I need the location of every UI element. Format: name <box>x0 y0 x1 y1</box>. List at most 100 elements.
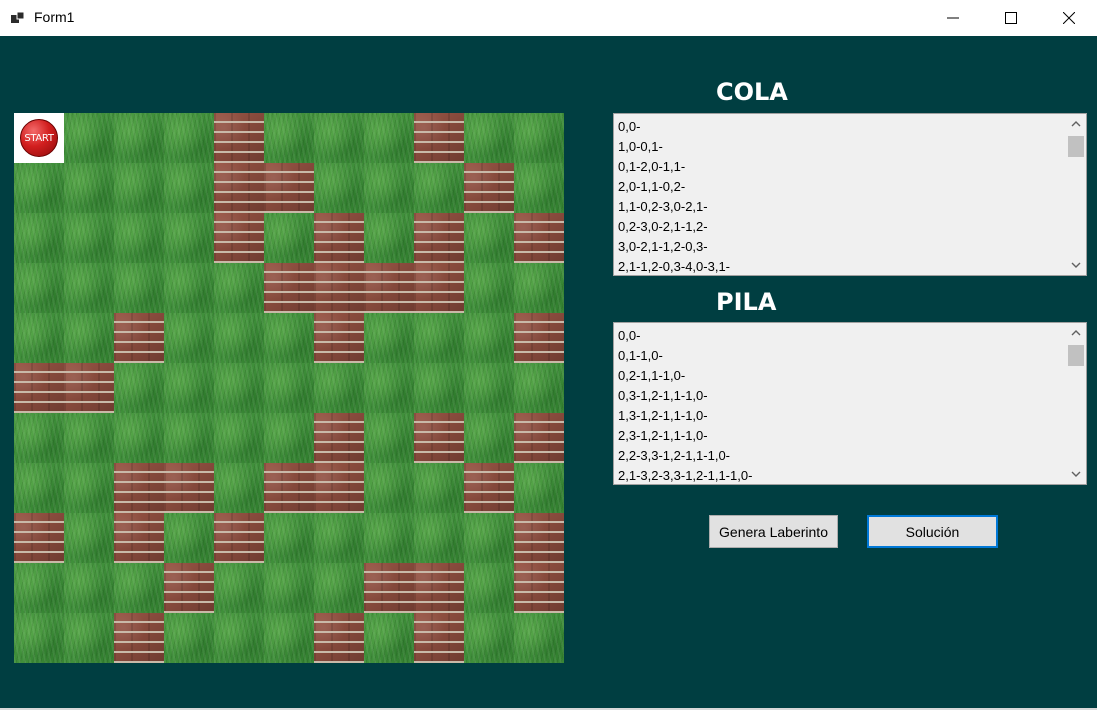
brick-wall-cell <box>364 563 414 613</box>
brick-wall-cell <box>314 213 364 263</box>
grass-cell <box>264 613 314 663</box>
grass-cell <box>214 413 264 463</box>
list-item[interactable]: 2,1-1,2-0,3-4,0-3,1- <box>618 257 730 275</box>
list-item[interactable]: 0,2-3,0-2,1-1,2- <box>618 217 730 237</box>
grass-cell <box>214 463 264 513</box>
grass-cell <box>364 113 414 163</box>
grass-cell <box>64 613 114 663</box>
grass-cell <box>464 563 514 613</box>
grass-cell <box>364 463 414 513</box>
list-item[interactable]: 1,3-1,2-1,1-1,0- <box>618 406 752 426</box>
scroll-down-icon[interactable] <box>1066 464 1086 484</box>
maximize-button[interactable] <box>982 0 1040 36</box>
grass-cell <box>64 313 114 363</box>
app-icon <box>11 11 25 23</box>
brick-wall-cell <box>514 563 564 613</box>
grass-cell <box>464 263 514 313</box>
grass-cell <box>264 563 314 613</box>
grass-cell <box>514 613 564 663</box>
scroll-down-icon[interactable] <box>1066 255 1086 275</box>
grass-cell <box>464 513 514 563</box>
brick-wall-cell <box>514 413 564 463</box>
start-cell: START <box>14 113 64 163</box>
brick-wall-cell <box>14 513 64 563</box>
grass-cell <box>114 413 164 463</box>
brick-wall-cell <box>114 313 164 363</box>
genera-laberinto-button[interactable]: Genera Laberinto <box>709 515 838 548</box>
grass-cell <box>114 263 164 313</box>
scroll-up-icon[interactable] <box>1066 323 1086 343</box>
list-item[interactable]: 0,3-1,2-1,1-1,0- <box>618 386 752 406</box>
grass-cell <box>64 213 114 263</box>
brick-wall-cell <box>414 413 464 463</box>
grass-cell <box>364 163 414 213</box>
brick-wall-cell <box>264 263 314 313</box>
grass-cell <box>414 463 464 513</box>
start-label: START <box>24 132 54 144</box>
grass-cell <box>214 563 264 613</box>
list-item[interactable]: 0,2-1,1-1,0- <box>618 366 752 386</box>
grass-cell <box>214 613 264 663</box>
grass-cell <box>164 213 214 263</box>
cola-scrollbar[interactable] <box>1066 114 1086 275</box>
brick-wall-cell <box>214 513 264 563</box>
list-item[interactable]: 0,1-1,0- <box>618 346 752 366</box>
cola-listbox[interactable]: 0,0- 1,0-0,1- 0,1-2,0-1,1- 2,0-1,1-0,2- 1,1-… <box>613 113 1087 276</box>
brick-wall-cell <box>214 113 264 163</box>
grass-cell <box>514 363 564 413</box>
brick-wall-cell <box>514 213 564 263</box>
grass-cell <box>14 463 64 513</box>
pila-items: 0,0- 0,1-1,0- 0,2-1,1-1,0- 0,3-1,2-1,1-1,0-… <box>618 326 752 484</box>
pila-scrollbar[interactable] <box>1066 323 1086 484</box>
brick-wall-cell <box>264 163 314 213</box>
title-bar: Form1 <box>0 0 1097 36</box>
grass-cell <box>264 413 314 463</box>
brick-wall-cell <box>414 613 464 663</box>
close-button[interactable] <box>1040 0 1097 36</box>
grass-cell <box>514 113 564 163</box>
brick-wall-cell <box>414 563 464 613</box>
list-item[interactable]: 1,1-0,2-3,0-2,1- <box>618 197 730 217</box>
list-item[interactable]: 0,0- <box>618 117 730 137</box>
grass-cell <box>64 463 114 513</box>
scroll-up-icon[interactable] <box>1066 114 1086 134</box>
solucion-button[interactable]: Solución <box>867 515 998 548</box>
pila-listbox[interactable]: 0,0- 0,1-1,0- 0,2-1,1-1,0- 0,3-1,2-1,1-1,0-… <box>613 322 1087 485</box>
start-icon: START <box>20 119 58 157</box>
brick-wall-cell <box>514 513 564 563</box>
grass-cell <box>514 263 564 313</box>
grass-cell <box>214 263 264 313</box>
grass-cell <box>114 113 164 163</box>
scroll-thumb[interactable] <box>1068 345 1084 366</box>
grass-cell <box>164 413 214 463</box>
list-item[interactable]: 0,0- <box>618 326 752 346</box>
grass-cell <box>464 213 514 263</box>
grass-cell <box>264 213 314 263</box>
brick-wall-cell <box>164 563 214 613</box>
grass-cell <box>14 313 64 363</box>
grass-cell <box>264 513 314 563</box>
maximize-icon <box>1005 12 1017 24</box>
grass-cell <box>264 313 314 363</box>
grass-cell <box>364 363 414 413</box>
list-item[interactable]: 2,0-1,1-0,2- <box>618 177 730 197</box>
list-item[interactable]: 2,2-3,3-1,2-1,1-1,0- <box>618 446 752 466</box>
grass-cell <box>364 513 414 563</box>
grass-cell <box>414 313 464 363</box>
grass-cell <box>514 463 564 513</box>
brick-wall-cell <box>414 113 464 163</box>
list-item[interactable]: 2,1-3,2-3,3-1,2-1,1-1,0- <box>618 466 752 484</box>
list-item[interactable]: 1,0-0,1- <box>618 137 730 157</box>
grass-cell <box>214 363 264 413</box>
list-item[interactable]: 2,3-1,2-1,1-1,0- <box>618 426 752 446</box>
grass-cell <box>114 163 164 213</box>
minimize-button[interactable] <box>924 0 982 36</box>
brick-wall-cell <box>414 213 464 263</box>
list-item[interactable]: 3,0-2,1-1,2-0,3- <box>618 237 730 257</box>
grass-cell <box>164 113 214 163</box>
grass-cell <box>164 613 214 663</box>
grass-cell <box>14 413 64 463</box>
grass-cell <box>64 563 114 613</box>
scroll-thumb[interactable] <box>1068 136 1084 157</box>
list-item[interactable]: 0,1-2,0-1,1- <box>618 157 730 177</box>
